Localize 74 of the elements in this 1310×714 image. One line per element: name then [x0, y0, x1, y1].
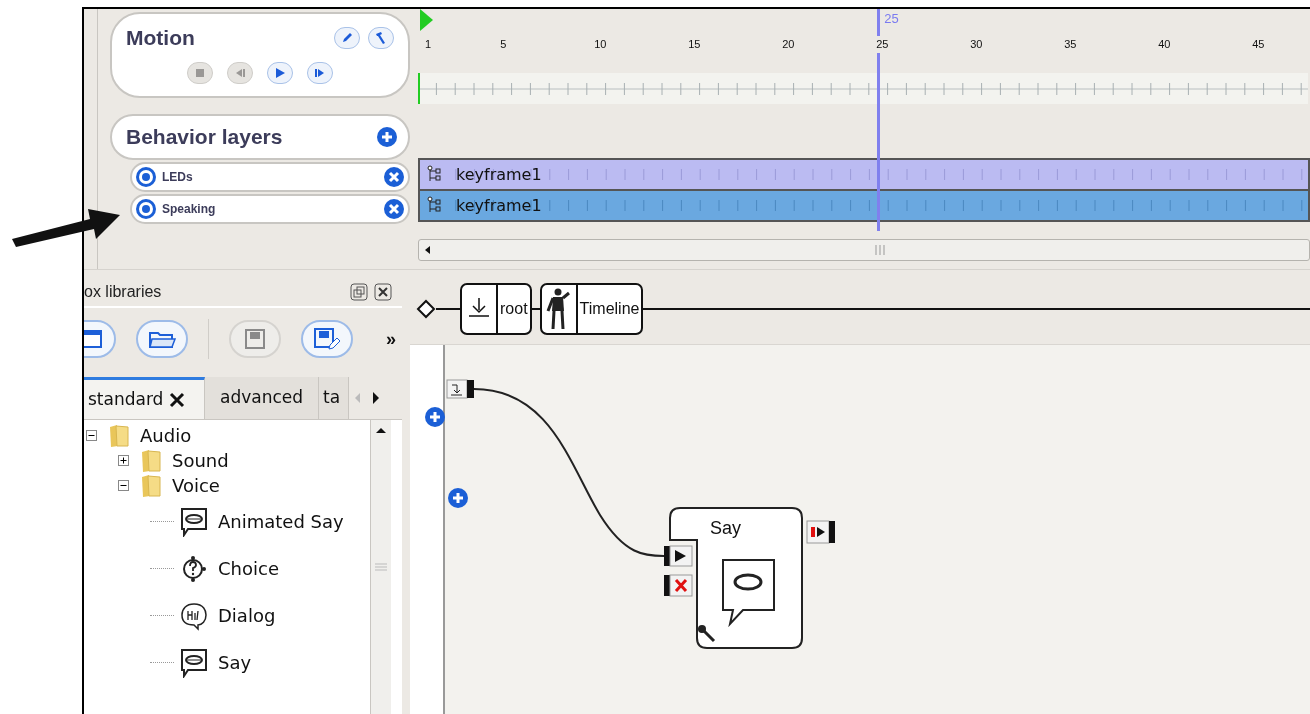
speech-lips-icon	[722, 559, 775, 628]
next-button[interactable]	[307, 61, 333, 84]
robot-figure-icon	[544, 287, 573, 331]
motion-title: Motion	[126, 25, 195, 51]
keyframe-label: keyframe1	[456, 163, 542, 186]
overflow-chevron[interactable]: »	[386, 325, 396, 353]
edit-button[interactable]	[334, 26, 360, 49]
wrench-icon	[698, 625, 716, 643]
library-tab[interactable]: ta	[319, 377, 349, 419]
speech-lips-icon	[180, 506, 208, 537]
window-icon	[84, 329, 102, 349]
tools-button[interactable]	[368, 26, 394, 49]
tab-label: ta	[323, 386, 341, 410]
close-tab-icon[interactable]	[169, 391, 186, 408]
play-input-port[interactable]	[664, 545, 693, 567]
keyframe-label: keyframe1	[456, 194, 542, 217]
layer-track[interactable]: keyframe1	[418, 158, 1310, 191]
grip-icon	[874, 245, 886, 255]
play-button[interactable]	[267, 61, 293, 84]
speech-bubble-icon	[180, 600, 208, 631]
remove-layer-button[interactable]	[383, 198, 405, 220]
undock-icon[interactable]	[350, 283, 368, 301]
layer-row[interactable]: Speaking	[130, 194, 410, 224]
breadcrumb-item[interactable]: Timeline	[539, 283, 644, 335]
tree-item[interactable]: Choice	[218, 555, 279, 582]
tree-item[interactable]: Dialog	[218, 602, 276, 629]
play-icon	[273, 65, 287, 80]
folder-icon	[140, 448, 162, 473]
library-tab[interactable]: standard	[84, 377, 205, 419]
remove-layer-button[interactable]	[383, 166, 405, 188]
floppy-icon	[244, 328, 266, 350]
open-button[interactable]	[136, 320, 188, 358]
output-port[interactable]	[806, 520, 835, 544]
stop-input-port[interactable]	[664, 574, 693, 597]
behavior-layers-title: Behavior layers	[126, 124, 283, 151]
add-parameter-button[interactable]	[447, 487, 469, 509]
hammer-icon	[374, 30, 388, 45]
tree-item[interactable]: Say	[218, 649, 252, 676]
collapse-icon[interactable]	[118, 480, 129, 491]
save-as-button[interactable]	[301, 320, 353, 358]
layer-name: Speaking	[162, 201, 216, 218]
frame-number: 25	[876, 36, 889, 53]
collapse-icon[interactable]	[86, 430, 97, 441]
floppy-pencil-icon	[313, 327, 341, 351]
tab-label: standard	[88, 387, 164, 411]
folder-icon	[148, 329, 176, 349]
radio-icon[interactable]	[135, 166, 157, 188]
close-icon[interactable]	[374, 283, 392, 301]
tree-item[interactable]: Sound	[172, 447, 229, 474]
tree-item[interactable]: Audio	[140, 422, 192, 449]
panel-title: ox libraries	[84, 282, 162, 302]
layer-track[interactable]: keyframe1	[418, 189, 1310, 222]
breadcrumb-item[interactable]: root	[460, 283, 532, 335]
layer-name: LEDs	[162, 169, 193, 186]
tree-item[interactable]: Voice	[172, 472, 220, 499]
folder-icon	[140, 473, 162, 498]
expand-icon[interactable]	[118, 455, 129, 466]
add-layer-button[interactable]	[376, 126, 398, 148]
folder-icon	[108, 423, 130, 448]
radio-icon[interactable]	[135, 198, 157, 220]
layer-row[interactable]: LEDs	[130, 162, 410, 192]
question-dial-icon	[180, 553, 208, 584]
vertical-scrollbar[interactable]	[370, 420, 391, 714]
input-port[interactable]	[446, 379, 474, 399]
box-title: Say	[710, 517, 742, 540]
horizontal-scrollbar[interactable]	[418, 239, 1310, 261]
speech-lips-icon	[180, 647, 208, 678]
tab-label: advanced	[219, 386, 304, 410]
tree-item[interactable]: Animated Say	[218, 508, 344, 535]
grip-icon	[375, 562, 387, 572]
add-input-button[interactable]	[424, 406, 446, 428]
current-frame-label: 25	[884, 10, 899, 28]
library-tab[interactable]: advanced	[205, 377, 319, 419]
pencil-icon	[340, 30, 354, 45]
